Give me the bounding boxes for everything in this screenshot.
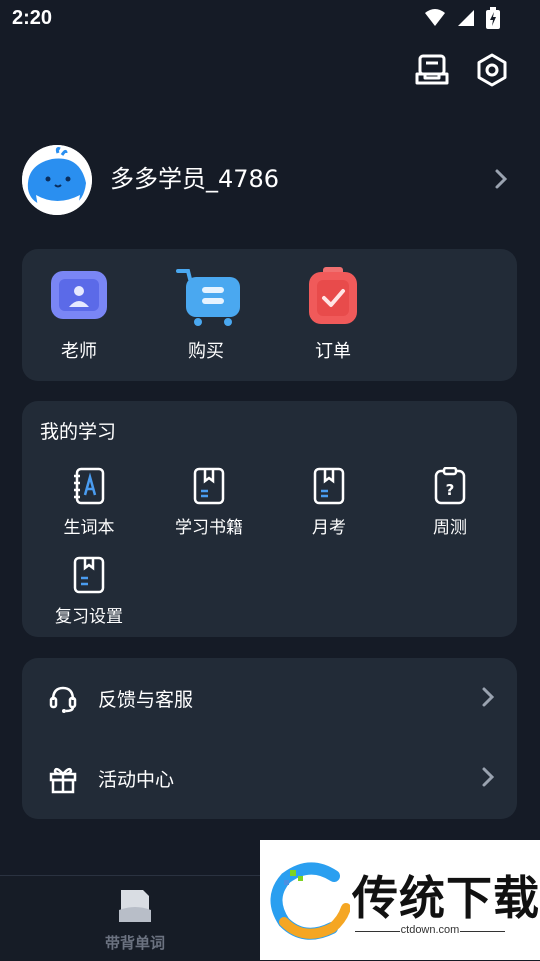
learning-label: 学习书籍: [175, 518, 243, 538]
profile-row[interactable]: 多多学员_4786: [22, 145, 518, 215]
shopping-cart-icon: [176, 267, 240, 327]
shortcut-purchase[interactable]: 购买: [166, 267, 246, 363]
document-list-icon: [415, 54, 449, 85]
learning-label: 周测: [433, 518, 467, 538]
settings-button[interactable]: [474, 52, 510, 88]
shortcuts-card: 老师 购买 订单: [22, 249, 517, 381]
learning-review-settings[interactable]: 复习设置: [34, 556, 144, 627]
status-icons: [424, 7, 500, 29]
shortcut-label: 订单: [315, 341, 351, 362]
shortcut-label: 购买: [188, 341, 224, 362]
shortcut-label: 老师: [61, 341, 97, 362]
monthly-exam-icon: [312, 467, 346, 505]
flashcard-icon: [115, 886, 155, 926]
site-logo-icon: [270, 862, 350, 940]
vocabulary-book-icon: [72, 467, 106, 505]
chevron-right-icon: [482, 687, 495, 707]
menu-label: 反馈与客服: [98, 689, 194, 711]
status-time: 2:20: [12, 7, 53, 29]
settings-hexagon-icon: [477, 53, 507, 87]
document-list-button[interactable]: [414, 52, 450, 88]
review-settings-icon: [72, 556, 106, 594]
chevron-right-icon: [482, 767, 495, 787]
headset-icon: [49, 686, 77, 713]
whale-mascot-icon: [22, 145, 92, 215]
status-bar: 2:20: [0, 0, 540, 36]
learning-vocabulary-book[interactable]: 生词本: [34, 467, 144, 538]
watermark-title: 传统下载: [352, 871, 540, 925]
watermark-subtitle: ctdown.com: [400, 924, 460, 936]
svg-text:?: ?: [446, 481, 455, 499]
top-actions: [414, 52, 510, 88]
learning-study-books[interactable]: 学习书籍: [154, 467, 264, 538]
my-learning-card: 我的学习 生词本 学习书籍 月考 ? 周测 复习设置: [22, 401, 517, 637]
nav-item-flashcards[interactable]: 带背单词: [85, 886, 185, 953]
shortcut-teacher[interactable]: 老师: [39, 267, 119, 363]
battery-charging-icon: [486, 7, 500, 29]
teacher-icon: [49, 267, 109, 327]
menu-label: 活动中心: [98, 769, 175, 791]
gift-icon: [49, 767, 77, 794]
learning-label: 月考: [312, 518, 346, 538]
section-title: 我的学习: [40, 421, 117, 443]
watermark-divider: [460, 931, 505, 932]
learning-label: 生词本: [63, 518, 115, 538]
weekly-test-icon: ?: [433, 466, 467, 505]
learning-label: 复习设置: [55, 607, 123, 627]
nav-label: 带背单词: [104, 934, 165, 952]
menu-item-feedback[interactable]: 反馈与客服: [22, 658, 517, 738]
chevron-right-icon: [495, 169, 508, 189]
username: 多多学员_4786: [110, 165, 280, 193]
order-clipboard-icon: [303, 267, 363, 327]
menu-card: 反馈与客服 活动中心: [22, 658, 517, 819]
learning-monthly-exam[interactable]: 月考: [274, 467, 384, 538]
wifi-icon: [425, 9, 445, 26]
learning-weekly-test[interactable]: ? 周测: [395, 466, 505, 538]
menu-item-activity-center[interactable]: 活动中心: [22, 738, 517, 818]
shortcut-orders[interactable]: 订单: [293, 267, 373, 363]
study-books-icon: [192, 467, 226, 505]
cellular-signal-icon: [458, 10, 474, 26]
watermark-logo: 传统下载 ctdown.com: [260, 840, 540, 960]
avatar[interactable]: [22, 145, 92, 215]
